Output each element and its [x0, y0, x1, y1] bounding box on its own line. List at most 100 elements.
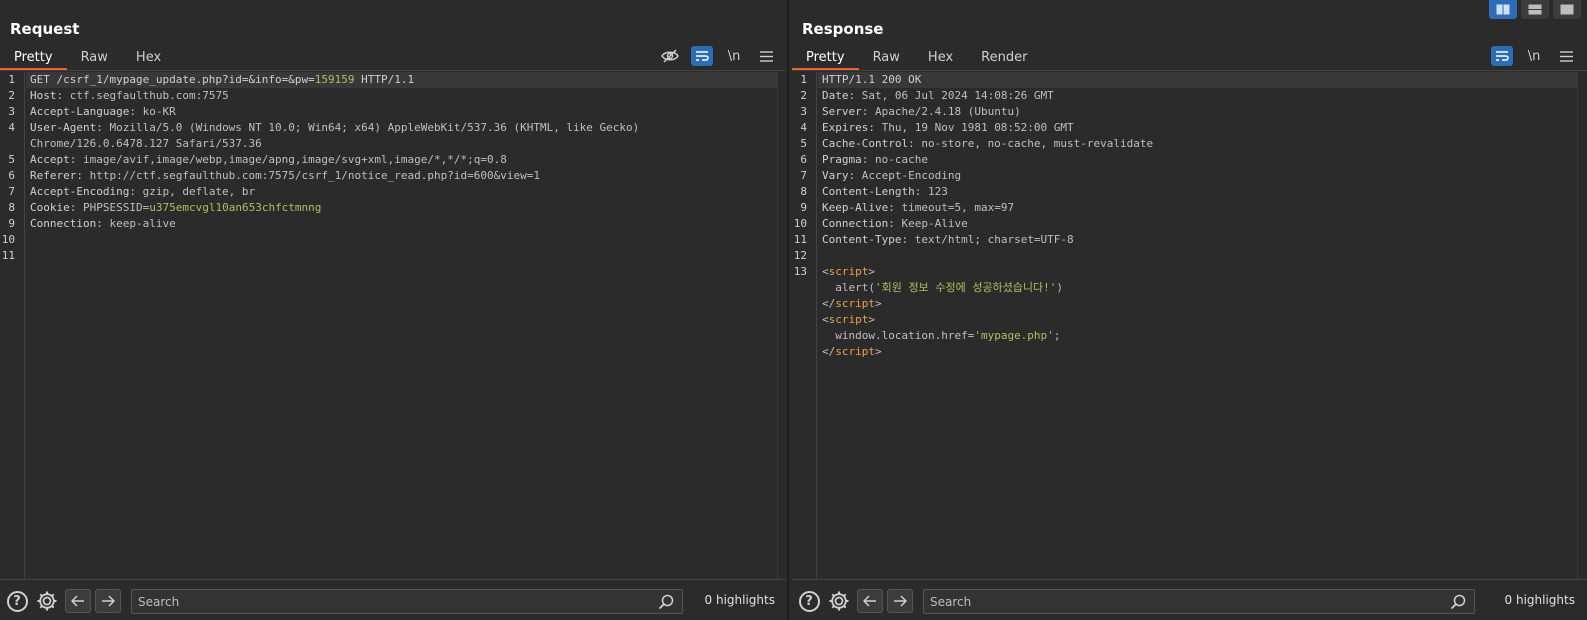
wrap-icon[interactable] — [1491, 46, 1513, 66]
help-icon[interactable]: ? — [797, 589, 821, 613]
line-number — [792, 328, 816, 344]
line-number — [792, 312, 816, 328]
search-input[interactable] — [132, 590, 682, 613]
arrow-right-icon[interactable] — [95, 589, 121, 613]
code-token: Date — [822, 89, 849, 102]
line-number: 8 — [800, 185, 807, 198]
scrollbar[interactable] — [777, 72, 787, 579]
search-icon[interactable] — [1450, 594, 1466, 614]
code-token: 159159 — [314, 73, 355, 86]
tab-hex[interactable]: Hex — [122, 46, 175, 70]
tab-raw[interactable]: Raw — [67, 46, 122, 70]
line-number: 10 — [793, 217, 807, 230]
request-editor[interactable]: 1 2 3 4 5 6 7 8 9 10 11 GET /csrf_1/mypage_update.… — [0, 72, 777, 579]
code-line: User-Agent: Mozilla/5.0 (Windows NT 10.0… — [26, 120, 777, 136]
code-line: Cache-Control: no-store, no-cache, must-… — [818, 136, 1577, 152]
code-line: Keep-Alive: timeout=5, max=97 — [818, 200, 1577, 216]
code-token: Content-Length — [822, 185, 915, 198]
code-line: Accept: image/avif,image/webp,image/apng… — [26, 152, 777, 168]
search-input[interactable] — [924, 590, 1474, 613]
layout-switcher — [1489, 0, 1581, 19]
code-token: Accept — [30, 153, 70, 166]
arrow-right-icon[interactable] — [887, 589, 913, 613]
line-number: 3 — [800, 105, 807, 118]
code-token: Connection — [30, 217, 97, 230]
code-line: Cookie: PHPSESSID=u375emcvgl10an653chfct… — [26, 200, 777, 216]
code-token: User-Agent — [30, 121, 97, 134]
code-token: script — [835, 345, 875, 358]
code-token: Content-Type — [822, 233, 902, 246]
request-tabs: Pretty Raw Hex — [0, 46, 175, 72]
arrow-left-icon[interactable] — [857, 589, 883, 613]
line-number: 9 — [8, 217, 15, 230]
newline-icon[interactable]: \n — [1523, 46, 1545, 66]
line-number: 5 — [8, 153, 15, 166]
menu-icon[interactable] — [755, 46, 777, 66]
code-token: </ — [822, 297, 836, 310]
code-area[interactable]: GET /csrf_1/mypage_update.php?id=&info=&… — [26, 72, 777, 579]
newline-icon[interactable]: \n — [723, 46, 745, 66]
request-toolbar: \n — [659, 46, 777, 66]
code-token: script — [828, 313, 869, 326]
menu-icon[interactable] — [1555, 46, 1577, 66]
response-editor[interactable]: 1 2 3 4 5 6 7 8 9 10 11 12 13 HTTP/1.1 200 OK Date: S… — [792, 72, 1577, 579]
code-token: </ — [822, 345, 836, 358]
gear-icon[interactable] — [35, 589, 59, 613]
code-line: Chrome/126.0.6478.127 Safari/537.36 — [26, 136, 777, 152]
code-token: Keep-Alive — [822, 201, 889, 214]
code-token: : gzip, deflate, br — [129, 185, 256, 198]
code-token: : no-cache — [861, 153, 928, 166]
code-token: : Thu, 19 Nov 1981 08:52:00 GMT — [868, 121, 1074, 134]
gear-icon[interactable] — [827, 589, 851, 613]
code-line: GET /csrf_1/mypage_update.php?id=&info=&… — [26, 72, 777, 88]
code-token: : ko-KR — [129, 105, 176, 118]
layout-single-icon[interactable] — [1553, 0, 1581, 19]
code-area[interactable]: HTTP/1.1 200 OK Date: Sat, 06 Jul 2024 14… — [818, 72, 1577, 579]
line-number: 1 — [8, 73, 15, 86]
help-icon[interactable]: ? — [5, 589, 29, 613]
search-icon[interactable] — [658, 594, 674, 614]
line-number: 4 — [8, 121, 15, 134]
line-number: 12 — [793, 249, 807, 262]
tab-render[interactable]: Render — [967, 46, 1041, 70]
response-pane: Response Pretty Raw Hex Render \n 123456789… — [792, 0, 1587, 620]
code-token: > — [875, 345, 882, 358]
tab-raw[interactable]: Raw — [859, 46, 914, 70]
code-token: < — [822, 313, 829, 326]
code-line: Accept-Language: ko-KR — [26, 104, 777, 120]
hide-icon[interactable] — [659, 46, 681, 66]
code-line: Pragma: no-cache — [818, 152, 1577, 168]
line-number: 5 — [800, 137, 807, 150]
line-number: 7 — [8, 185, 15, 198]
code-token: : http://ctf.segfaulthub.com:7575/csrf_1… — [76, 169, 540, 182]
arrow-left-icon[interactable] — [65, 589, 91, 613]
code-token: : Keep-Alive — [888, 217, 968, 230]
line-number: 3 — [8, 105, 15, 118]
code-line: <script> — [818, 264, 1577, 280]
code-token: Accept-Encoding — [30, 185, 130, 198]
code-token: > — [868, 313, 875, 326]
tab-pretty[interactable]: Pretty — [0, 46, 67, 70]
layout-stack-icon[interactable] — [1521, 0, 1549, 19]
line-gutter: 1 2 3 4 5 6 7 8 9 10 11 12 13 — [792, 72, 817, 579]
scrollbar[interactable] — [1577, 72, 1587, 579]
tab-hex[interactable]: Hex — [914, 46, 967, 70]
wrap-icon[interactable] — [691, 46, 713, 66]
request-pane: Request Pretty Raw Hex \n 1 2 3 4 5 6 7 8 9 10 11 GE… — [0, 0, 789, 620]
tab-pretty[interactable]: Pretty — [792, 46, 859, 70]
line-number: 10 — [1, 233, 15, 246]
code-line: Expires: Thu, 19 Nov 1981 08:52:00 GMT — [818, 120, 1577, 136]
code-token: ; — [1053, 329, 1061, 342]
code-line: </script> — [818, 344, 1577, 360]
code-token: u375emcvgl10an653chfctmnng — [149, 201, 322, 214]
code-token: '회원 정보 수정에 성공하셨습니다!' — [874, 281, 1057, 294]
line-number: 6 — [800, 153, 807, 166]
line-number — [0, 136, 24, 152]
layout-side-icon[interactable] — [1489, 0, 1517, 19]
divider — [0, 70, 787, 71]
code-token: HTTP/1.1 — [354, 73, 415, 86]
code-token: window.location.href= — [822, 329, 975, 342]
code-line: Accept-Encoding: gzip, deflate, br — [26, 184, 777, 200]
